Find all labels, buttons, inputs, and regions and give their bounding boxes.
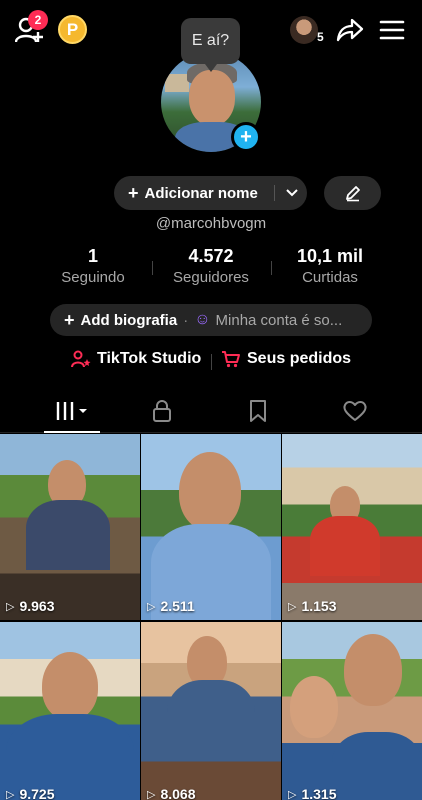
bookmark-icon [250, 400, 266, 422]
studio-person-icon [71, 350, 91, 368]
following-count: 1 [87, 246, 98, 266]
profile-links: TikTok Studio Seus pedidos [0, 350, 422, 374]
tab-private[interactable] [112, 390, 212, 432]
view-count: ▷ 9.963 [6, 598, 55, 614]
menu-button[interactable] [377, 17, 407, 43]
video-thumbnail[interactable]: ▷ 1.315 [282, 622, 422, 800]
following-label: Seguindo [61, 269, 125, 286]
tab-videos[interactable] [22, 390, 122, 433]
likes-stat[interactable]: 10,1 mil Curtidas [282, 246, 378, 286]
video-thumbnail[interactable]: ▷ 8.068 [141, 622, 281, 800]
add-name-button[interactable]: + Adicionar nome [114, 176, 307, 210]
share-profile-button[interactable] [335, 16, 365, 44]
cart-icon [222, 351, 240, 368]
video-thumbnail[interactable]: ▷ 9.725 [0, 622, 140, 800]
grid-videos-icon [56, 402, 87, 420]
lock-icon [153, 400, 171, 422]
coin-button[interactable]: P [58, 15, 87, 44]
view-count: ▷ 1.153 [288, 598, 337, 614]
add-avatar-button[interactable]: + [231, 122, 261, 152]
following-stat[interactable]: 1 Seguindo [48, 246, 138, 286]
heart-outline-icon [343, 401, 367, 421]
play-icon: ▷ [6, 788, 15, 800]
status-bubble[interactable]: E aí? [181, 18, 240, 72]
plus-icon: + [128, 182, 139, 203]
notification-badge: 2 [28, 10, 48, 30]
smile-icon: ☺ [194, 311, 211, 328]
view-count: ▷ 8.068 [147, 786, 196, 800]
add-bio-label: Add biografia [80, 311, 178, 329]
tab-favorites[interactable] [208, 390, 308, 432]
video-grid: ▷ 9.963 ▷ 2.511 ▷ 1.153 ▷ 9.725 ▷ 8.068 ▷ 1.31… [0, 434, 422, 800]
play-icon: ▷ [147, 788, 156, 800]
followers-label: Seguidores [173, 269, 249, 286]
followers-stat[interactable]: 4.572 Seguidores [160, 246, 262, 286]
share-icon [336, 18, 364, 42]
account-count: 5 [317, 30, 324, 44]
likes-count: 10,1 mil [296, 246, 364, 266]
video-thumbnail[interactable]: ▷ 9.963 [0, 434, 140, 620]
account-type-text: Minha conta é so... [215, 311, 343, 329]
play-icon: ▷ [147, 600, 156, 613]
menu-icon [379, 20, 405, 40]
profile-stats: 1 Seguindo 4.572 Seguidores 10,1 mil Cur… [0, 246, 422, 290]
plus-icon: + [64, 309, 75, 330]
tab-liked[interactable] [305, 390, 405, 432]
orders-label: Seus pedidos [247, 350, 352, 367]
username: @marcohbvogm [155, 215, 267, 232]
likes-label: Curtidas [302, 269, 358, 286]
followers-count: 4.572 [188, 246, 234, 266]
edit-profile-button[interactable] [324, 176, 381, 210]
bio-pill[interactable]: + Add biografia · ☺ Minha conta é so... [50, 304, 372, 336]
plus-icon: + [240, 125, 252, 148]
view-count: ▷ 2.511 [147, 598, 195, 614]
view-count: ▷ 9.725 [6, 786, 55, 800]
add-name-label: Adicionar nome [144, 184, 258, 202]
orders-link[interactable]: Seus pedidos [221, 350, 351, 368]
pencil-icon [345, 186, 360, 202]
video-thumbnail[interactable]: ▷ 1.153 [282, 434, 422, 620]
account-switch-avatar[interactable] [290, 16, 318, 44]
video-thumbnail[interactable]: ▷ 2.511 [141, 434, 281, 620]
content-tabs [0, 390, 422, 433]
tiktok-studio-link[interactable]: TikTok Studio [71, 350, 201, 368]
view-count: ▷ 1.315 [288, 786, 337, 800]
play-icon: ▷ [288, 600, 297, 613]
tiktok-studio-label: TikTok Studio [97, 350, 202, 367]
play-icon: ▷ [6, 600, 15, 613]
chevron-down-icon[interactable] [280, 176, 304, 210]
play-icon: ▷ [288, 788, 297, 800]
